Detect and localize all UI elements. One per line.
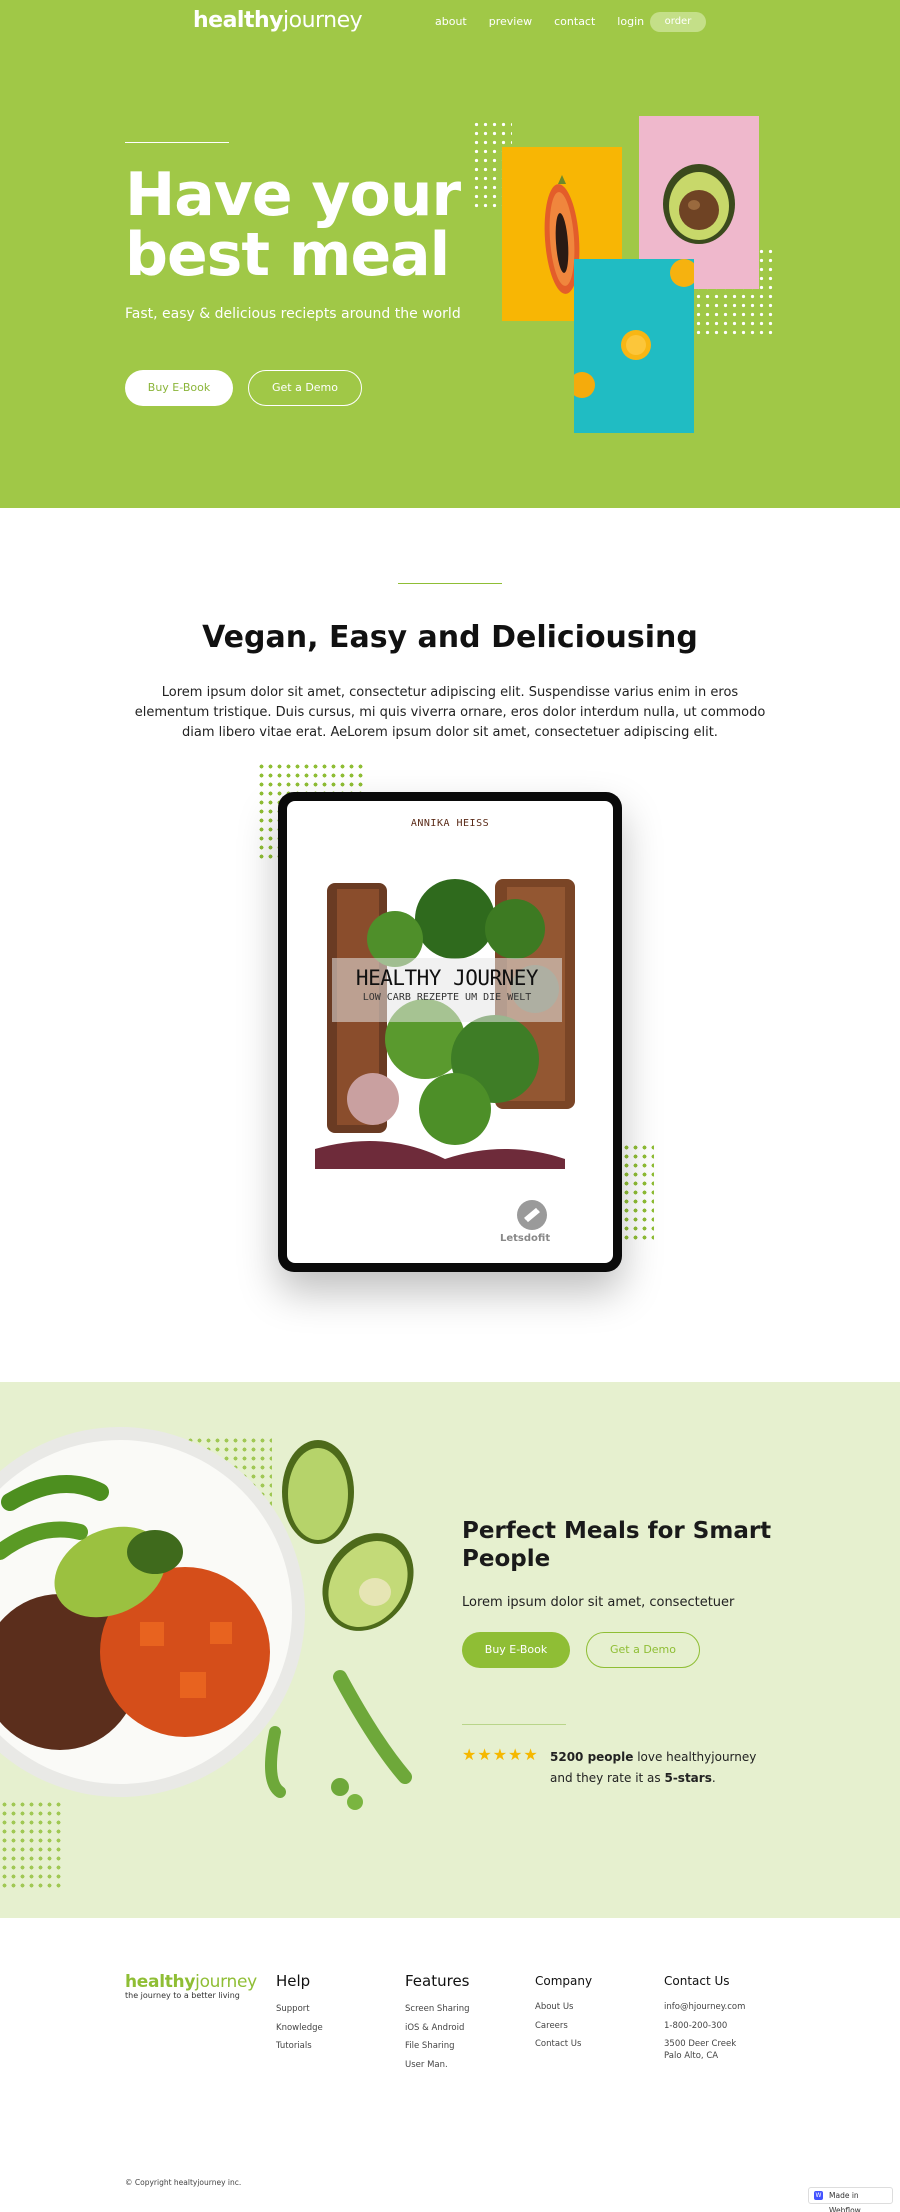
footer-phone[interactable]: 1-800-200-300 [664, 2021, 745, 2040]
book-title-box: HEALTHY JOURNEY LOW CARB REZEPTE UM DIE … [332, 958, 562, 1022]
publisher-logo-icon [517, 1200, 547, 1230]
footer-tagline: the journey to a better living [125, 1991, 240, 2000]
footer-col-company: Company About Us Careers Contact Us [535, 1972, 592, 2058]
footer-link-user-man[interactable]: User Man. [405, 2060, 470, 2079]
top-nav: healthyjourney about preview contact log… [0, 0, 900, 46]
footer-logo[interactable]: healthyjourney [125, 1972, 257, 1992]
nav-link-contact[interactable]: contact [554, 15, 595, 28]
feature-section: Perfect Meals for Smart People Lorem ips… [0, 1382, 900, 1918]
footer-link-file-sharing[interactable]: File Sharing [405, 2041, 470, 2060]
copyright: © Copyright healtyjourney inc. [125, 2178, 242, 2187]
feature-title: Perfect Meals for Smart People [462, 1518, 772, 1572]
nav-link-login[interactable]: login [617, 15, 644, 28]
footer-link-contact-us[interactable]: Contact Us [535, 2039, 592, 2058]
footer-link-careers[interactable]: Careers [535, 2021, 592, 2040]
footer-link-support[interactable]: Support [276, 2004, 323, 2023]
footer-col-help: Help Support Knowledge Tutorials [276, 1972, 323, 2060]
book-title: HEALTHY JOURNEY [355, 966, 539, 990]
footer-col-contact: Contact Us info@hjourney.com 1-800-200-3… [664, 1972, 745, 2070]
intro-body: Lorem ipsum dolor sit amet, consectetur … [134, 685, 766, 740]
get-demo-button-2[interactable]: Get a Demo [586, 1632, 700, 1668]
footer-heading: Company [535, 1974, 593, 1988]
nav-link-about[interactable]: about [435, 15, 467, 28]
hero-subtitle: Fast, easy & delicious reciepts around t… [125, 306, 461, 322]
hero-title: Have your best meal [125, 160, 461, 290]
book-publisher: Letsdofit [500, 1233, 551, 1244]
star-rating-icon: ★★★★★ [462, 1745, 539, 1764]
meal-bowl-image [0, 1427, 414, 1810]
ebook-tablet: ANNIKA HEISS HEALTHY JOURNEY LOW CARB RE… [278, 792, 622, 1272]
order-button[interactable]: order [650, 12, 706, 32]
footer-address-line: 3500 Deer Creek [664, 2039, 737, 2049]
webflow-icon: W [814, 2191, 823, 2200]
buy-ebook-button[interactable]: Buy E-Book [125, 370, 233, 406]
footer-link-tutorials[interactable]: Tutorials [276, 2041, 323, 2060]
footer-link-about-us[interactable]: About Us [535, 2002, 592, 2021]
footer-heading: Features [405, 1972, 470, 1990]
footer-link-ios-android[interactable]: iOS & Android [405, 2023, 470, 2042]
footer-link-knowledge[interactable]: Knowledge [276, 2023, 323, 2042]
book-subtitle: LOW CARB REZEPTE UM DIE WELT [362, 992, 532, 1003]
footer-address-line: Palo Alto, CA [664, 2051, 719, 2061]
nav-links: about preview contact login [435, 15, 666, 28]
hero-divider [125, 142, 229, 143]
footer-heading: Help [276, 1972, 311, 1990]
book-author: ANNIKA HEISS [410, 818, 490, 829]
footer-heading: Contact Us [664, 1974, 730, 1988]
feature-divider [462, 1724, 566, 1725]
webflow-badge[interactable]: W Made in Webflow [808, 2187, 893, 2212]
hero-section: healthyjourney about preview contact log… [0, 0, 900, 508]
get-demo-button[interactable]: Get a Demo [248, 370, 362, 406]
footer-link-screen-sharing[interactable]: Screen Sharing [405, 2004, 470, 2023]
nav-link-preview[interactable]: preview [489, 15, 532, 28]
webflow-badge-label: Made in Webflow [829, 2191, 861, 2212]
orange-fruit-image [574, 259, 694, 433]
footer-col-features: Features Screen Sharing iOS & Android Fi… [405, 1972, 470, 2078]
rating-text: 5200 people love healthyjourney and they… [550, 1750, 757, 1785]
ebook-cover: ANNIKA HEISS HEALTHY JOURNEY LOW CARB RE… [287, 801, 613, 1263]
intro-title: Vegan, Easy and Deliciousing [202, 620, 698, 655]
buy-ebook-button-2[interactable]: Buy E-Book [462, 1632, 570, 1668]
section-divider [398, 583, 502, 584]
footer-email[interactable]: info@hjourney.com [664, 2002, 745, 2021]
dot-pattern [622, 1143, 654, 1241]
logo[interactable]: healthyjourney [193, 8, 363, 33]
feature-text: Lorem ipsum dolor sit amet, consectetuer [462, 1595, 735, 1610]
